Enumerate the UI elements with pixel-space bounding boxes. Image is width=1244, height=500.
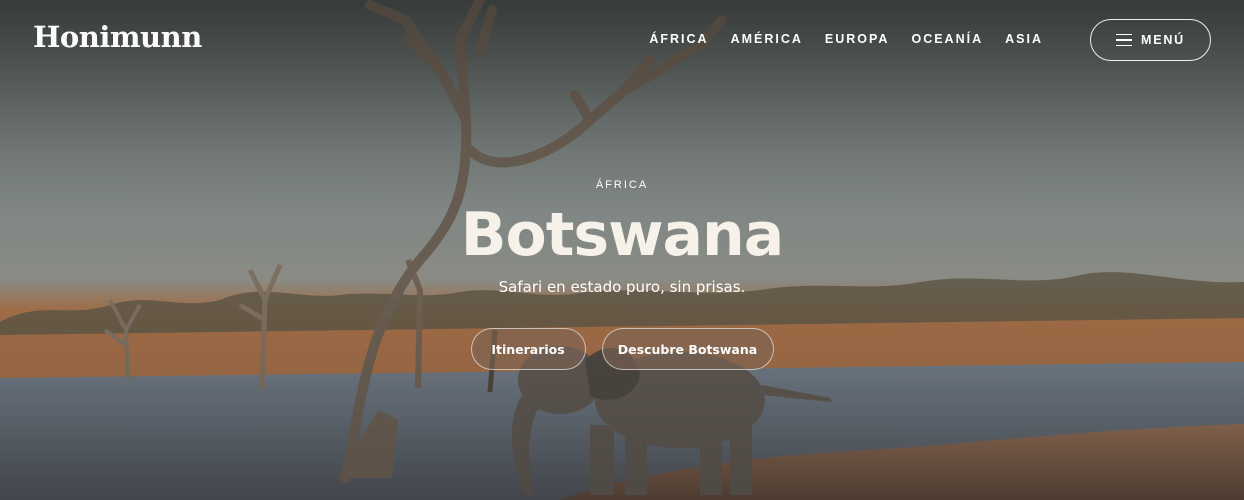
hero-title: Botswana: [460, 200, 784, 270]
site-logo[interactable]: Honimunn: [33, 20, 202, 54]
main-nav: ÁFRICA AMÉRICA EUROPA OCEANÍA ASIA: [627, 32, 1043, 46]
hero-actions: Itinerarios Descubre Botswana: [0, 328, 1244, 370]
descubre-botswana-button[interactable]: Descubre Botswana: [601, 328, 774, 370]
hero-kicker: ÁFRICA: [595, 179, 649, 191]
hero-section: Honimunn ÁFRICA AMÉRICA EUROPA OCEANÍA A…: [0, 0, 1244, 500]
hamburger-icon: [1115, 33, 1132, 47]
nav-item-europa[interactable]: EUROPA: [825, 32, 890, 46]
menu-button-label: MENÚ: [1140, 33, 1185, 47]
menu-button[interactable]: MENÚ: [1090, 19, 1211, 61]
nav-item-oceania[interactable]: OCEANÍA: [911, 32, 983, 46]
hero-subtitle: Safari en estado puro, sin prisas.: [498, 278, 746, 296]
nav-item-america[interactable]: AMÉRICA: [731, 32, 803, 46]
itinerarios-button[interactable]: Itinerarios: [470, 328, 586, 370]
nav-item-asia[interactable]: ASIA: [1005, 32, 1043, 46]
nav-item-africa[interactable]: ÁFRICA: [649, 32, 708, 46]
